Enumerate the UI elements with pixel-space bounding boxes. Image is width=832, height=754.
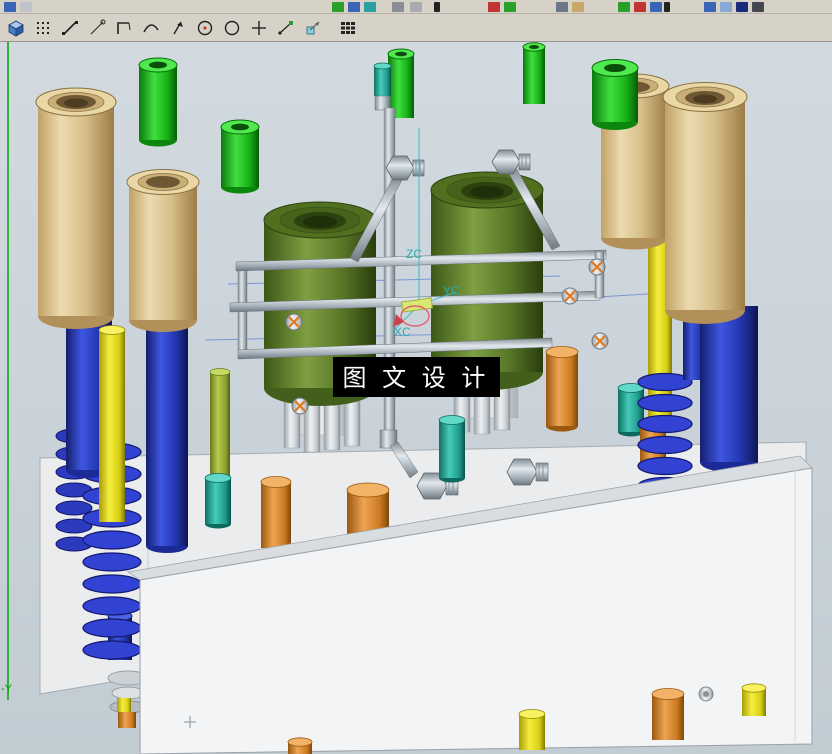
grid-icon[interactable] bbox=[335, 15, 361, 41]
orient-view-icon[interactable] bbox=[3, 15, 29, 41]
clipped-toolbar-icon[interactable] bbox=[332, 2, 344, 12]
guide-bushing-left-outer[interactable] bbox=[35, 87, 117, 329]
clipped-toolbar-icon[interactable] bbox=[720, 2, 732, 12]
clipped-toolbar-icon[interactable] bbox=[20, 2, 32, 12]
wcs-x-label: XC bbox=[394, 325, 411, 339]
clipped-toolbar-icon[interactable] bbox=[392, 2, 404, 12]
ejector-pin-lime[interactable] bbox=[209, 368, 231, 477]
plate-bolt-head[interactable] bbox=[698, 686, 714, 702]
inferred-line-icon[interactable] bbox=[84, 15, 110, 41]
watermark-text: 图 文 设 计 bbox=[343, 364, 490, 392]
bottom-screw-yellow[interactable] bbox=[518, 709, 546, 751]
quick-pick-arrow-icon[interactable] bbox=[165, 15, 191, 41]
bottom-screw-orange[interactable] bbox=[651, 688, 685, 741]
clipped-toolbar-icon[interactable] bbox=[4, 2, 16, 12]
clipped-toolbar-icon[interactable] bbox=[488, 2, 500, 12]
hex-coupling[interactable] bbox=[506, 458, 549, 486]
wcs-z-label: ZC bbox=[406, 247, 422, 261]
graphics-viewport[interactable]: -Y ZC YC XC 图 文 设 计 bbox=[0, 42, 832, 754]
wcs-y-label: YC bbox=[443, 284, 460, 298]
guide-bushing-right-outer[interactable] bbox=[662, 82, 748, 325]
arc-icon[interactable] bbox=[138, 15, 164, 41]
profile-icon[interactable] bbox=[111, 15, 137, 41]
point-set-icon[interactable] bbox=[30, 15, 56, 41]
guide-bushing-left-inner[interactable] bbox=[126, 169, 200, 333]
clipped-toolbar-icon[interactable] bbox=[504, 2, 516, 12]
watermark: 图 文 设 计 bbox=[333, 357, 500, 397]
support-orange[interactable] bbox=[545, 346, 579, 432]
clipped-toolbar-icon[interactable] bbox=[704, 2, 716, 12]
shoulder-bolt-green[interactable] bbox=[138, 57, 178, 147]
fitting-teal-center[interactable] bbox=[438, 415, 466, 483]
cap-screw-green-large[interactable] bbox=[591, 59, 639, 131]
clipped-toolbar-icon[interactable] bbox=[410, 2, 422, 12]
clipped-toolbar-icon[interactable] bbox=[664, 2, 670, 12]
toolbar-separator bbox=[327, 17, 334, 39]
cap-screw-green[interactable] bbox=[387, 48, 415, 118]
datum-csys-icon[interactable] bbox=[300, 15, 326, 41]
clipped-toolbar-icon[interactable] bbox=[752, 2, 764, 12]
circle-icon[interactable] bbox=[219, 15, 245, 41]
clipped-toolbar-icon[interactable] bbox=[736, 2, 748, 12]
clipped-toolbar-icon[interactable] bbox=[634, 2, 646, 12]
pipe-plug-screw[interactable] bbox=[591, 332, 609, 350]
clipped-toolbar-strip bbox=[0, 0, 832, 14]
return-pin-yellow-left[interactable] bbox=[98, 325, 126, 523]
fitting-teal[interactable] bbox=[204, 473, 232, 529]
pipe-plug-screw[interactable] bbox=[588, 258, 606, 276]
bottom-screw-yellow[interactable] bbox=[741, 683, 767, 716]
shoulder-bolt-green[interactable] bbox=[220, 119, 260, 194]
viewport-canvas[interactable]: -Y ZC YC XC 图 文 设 计 bbox=[0, 42, 832, 754]
guide-pin-right-outer[interactable] bbox=[700, 306, 758, 472]
clipped-toolbar-icon[interactable] bbox=[434, 2, 440, 12]
support-orange[interactable] bbox=[260, 476, 292, 549]
clipped-toolbar-icon[interactable] bbox=[650, 2, 662, 12]
circle-center-icon[interactable] bbox=[192, 15, 218, 41]
line-icon[interactable] bbox=[57, 15, 83, 41]
clipped-toolbar-icon[interactable] bbox=[364, 2, 376, 12]
clipped-toolbar-icon[interactable] bbox=[348, 2, 360, 12]
pipe-plug-screw[interactable] bbox=[561, 287, 579, 305]
sketch-toolbar bbox=[0, 14, 832, 42]
guide-pin-left-inner[interactable] bbox=[146, 318, 188, 553]
point-icon[interactable] bbox=[246, 15, 272, 41]
bottom-screw-orange[interactable] bbox=[287, 737, 313, 754]
cap-screw-green[interactable] bbox=[522, 42, 546, 104]
pipe-plug-screw[interactable] bbox=[285, 313, 303, 331]
clipped-toolbar-icon[interactable] bbox=[556, 2, 568, 12]
axis-label: -Y bbox=[1, 683, 13, 695]
clipped-toolbar-icon[interactable] bbox=[572, 2, 584, 12]
pipe-plug-screw[interactable] bbox=[291, 397, 309, 415]
cad-application-window: -Y ZC YC XC 图 文 设 计 bbox=[0, 0, 832, 754]
clipped-toolbar-icon[interactable] bbox=[618, 2, 630, 12]
two-point-line-icon[interactable] bbox=[273, 15, 299, 41]
